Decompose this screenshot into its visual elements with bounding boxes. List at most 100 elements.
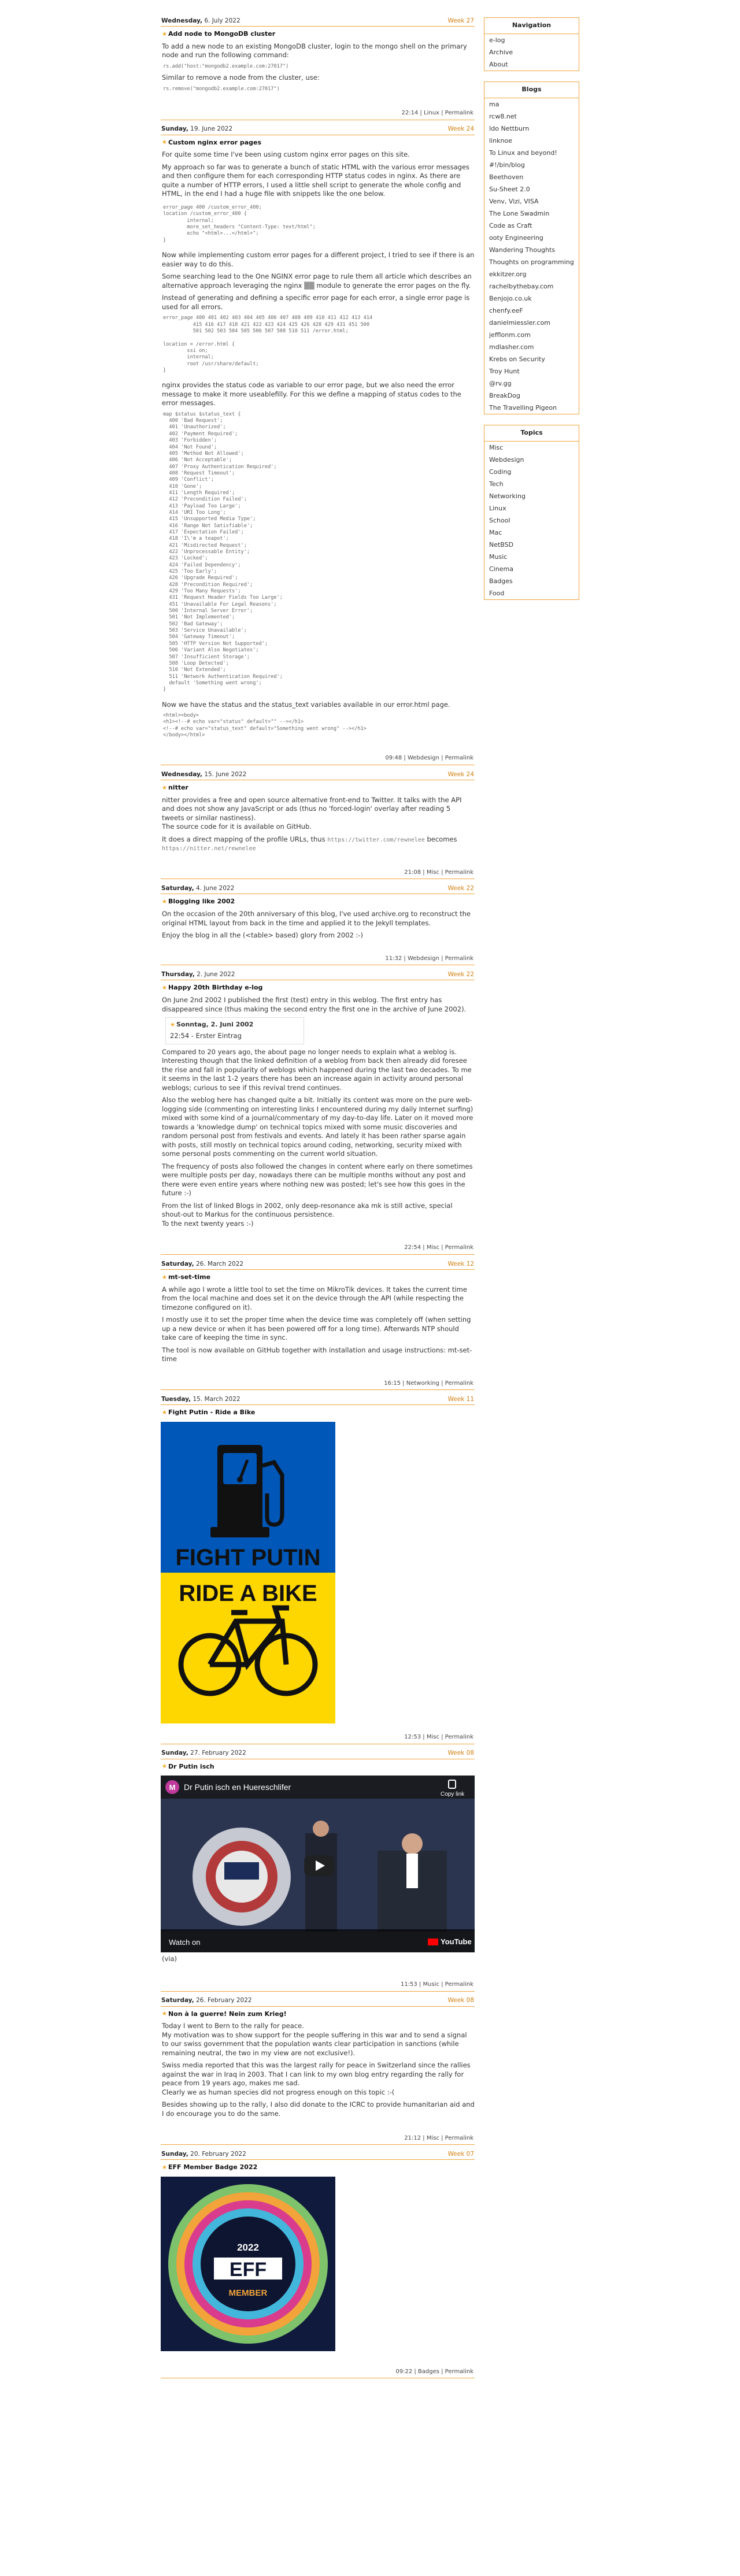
topic-link[interactable]: NetBSD xyxy=(484,539,579,551)
topic-link[interactable]: Cinema xyxy=(484,563,579,575)
watch-on-label[interactable]: Watch on xyxy=(169,1937,200,1948)
topic-link[interactable]: Music xyxy=(484,551,579,563)
post-footer[interactable]: 21:12 | Misc | Permalink xyxy=(161,2133,475,2145)
star-icon: ★ xyxy=(170,1022,175,1029)
post-footer[interactable]: 21:08 | Misc | Permalink xyxy=(161,867,475,880)
star-icon: ★ xyxy=(162,2011,167,2018)
topic-link[interactable]: Tech xyxy=(484,478,579,490)
post-date-header: Thursday, 2. June 2022 Week 22 xyxy=(161,971,475,981)
post: Sunday, 19. June 2022 Week 24 ★ Custom ngi… xyxy=(161,125,475,765)
topic-link[interactable]: Food xyxy=(484,587,579,599)
blog-link[interactable]: rachelbythebay.com xyxy=(484,280,579,292)
poster-line1: FIGHT PUTIN xyxy=(175,1545,320,1570)
post-footer[interactable]: 22:54 | Misc | Permalink xyxy=(161,1242,475,1255)
permalink[interactable]: 22:54 | Misc | Permalink xyxy=(404,1244,473,1251)
blog-link[interactable]: @rv.gg xyxy=(484,377,579,390)
blog-link[interactable]: Venv, Vizi, VISA xyxy=(484,195,579,207)
post-title[interactable]: ★ Blogging like 2002 xyxy=(162,898,475,906)
quote-body: 22:54 - Erster Eintrag xyxy=(170,1032,242,1040)
blog-link[interactable]: Su-Sheet 2.0 xyxy=(484,183,579,195)
blog-link[interactable]: #!/bin/blog xyxy=(484,159,579,171)
video-title[interactable]: Dr Putin isch en Huereschlifer xyxy=(184,1782,291,1793)
blog-link[interactable]: jefflonm.com xyxy=(484,329,579,341)
blog-link[interactable]: ooty Engineering xyxy=(484,232,579,244)
channel-avatar[interactable]: M xyxy=(169,1782,176,1793)
post-title[interactable]: ★ Non à la guerre! Nein zum Krieg! xyxy=(162,2010,475,2019)
post-footer[interactable]: 22:14 | Linux | Permalink xyxy=(161,108,475,120)
blog-link[interactable]: BreakDog xyxy=(484,390,579,402)
permalink[interactable]: 09:22 | Badges | Permalink xyxy=(395,2369,473,2375)
blog-link[interactable]: The Travelling Pigeon xyxy=(484,402,579,414)
permalink[interactable]: 11:32 | Webdesign | Permalink xyxy=(385,955,473,962)
blog-link[interactable]: rcw8.net xyxy=(484,110,579,123)
post: Thursday, 2. June 2022 Week 22 ★ Happy 20t… xyxy=(161,971,475,1255)
blog-link[interactable]: chenfy.eeF xyxy=(484,305,579,317)
post-paragraph: On the occasion of the 20th anniversary … xyxy=(162,910,471,927)
blog-link[interactable]: mdlasher.com xyxy=(484,341,579,353)
blog-link[interactable]: Krebs on Security xyxy=(484,353,579,365)
code-block: rs.add("host:"mongodb2.example.com:27017… xyxy=(163,63,289,69)
post-title[interactable]: ★ Add node to MongoDB cluster xyxy=(162,30,475,39)
post-title[interactable]: ★ Fight Putin - Ride a Bike xyxy=(162,1409,475,1417)
topic-link[interactable]: Coding xyxy=(484,466,579,478)
post-paragraph: For quite some time I've been using cust… xyxy=(162,150,410,159)
post-footer[interactable]: 09:48 | Webdesign | Permalink xyxy=(161,753,475,765)
code-block: error_page 400 /custom_error_400; locati… xyxy=(163,205,316,243)
post: Saturday, 26. February 2022 Week 08 ★ Non … xyxy=(161,1997,475,2145)
quote-title: ★ Sonntag, 2. Juni 2002 xyxy=(170,1021,254,1029)
post-footer[interactable]: 16:15 | Networking | Permalink xyxy=(161,1378,475,1391)
play-button[interactable] xyxy=(304,1855,334,1876)
post-paragraph: On June 2nd 2002 I published the first (… xyxy=(162,996,467,1013)
permalink[interactable]: 09:48 | Webdesign | Permalink xyxy=(385,755,473,761)
post-title[interactable]: ★ EFF Member Badge 2022 xyxy=(162,2163,475,2172)
copy-link-label[interactable]: Copy link xyxy=(441,1791,464,1799)
permalink[interactable]: 22:14 | Linux | Permalink xyxy=(401,110,473,116)
permalink[interactable]: 11:53 | Music | Permalink xyxy=(401,1981,473,1988)
blog-link[interactable]: Ido Nettburn xyxy=(484,123,579,135)
post-title[interactable]: ★ nitter xyxy=(162,784,475,792)
post-title[interactable]: ★ Custom nginx error pages xyxy=(162,139,475,147)
blog-link[interactable]: Beethoven xyxy=(484,171,579,183)
post-paragraph: To add a new node to an existing MongoDB… xyxy=(162,42,467,60)
date-day: Wednesday, xyxy=(161,17,202,24)
nav-item[interactable]: Archive xyxy=(484,46,579,58)
topic-link[interactable]: Mac xyxy=(484,527,579,539)
permalink[interactable]: 21:08 | Misc | Permalink xyxy=(404,869,473,876)
post-paragraph: The tool is now available on GitHub toge… xyxy=(162,1346,472,1363)
topic-link[interactable]: Linux xyxy=(484,502,579,514)
topic-link[interactable]: Misc xyxy=(484,442,579,454)
post-title[interactable]: ★ mt-set-time xyxy=(162,1273,475,1282)
blog-link[interactable]: The Lone Swadmin xyxy=(484,207,579,220)
permalink[interactable]: 21:12 | Misc | Permalink xyxy=(404,2135,473,2141)
post-title[interactable]: ★ Happy 20th Birthday e-log xyxy=(162,984,475,992)
permalink[interactable]: 12:53 | Misc | Permalink xyxy=(404,1734,473,1740)
blog-link[interactable]: ekkitzer.org xyxy=(484,268,579,280)
post-footer[interactable]: 11:53 | Music | Permalink xyxy=(161,1979,475,1992)
blog-link[interactable]: Code as Craft xyxy=(484,220,579,232)
post-footer[interactable]: 11:32 | Webdesign | Permalink xyxy=(161,953,475,966)
blog-link[interactable]: danielmiessler.com xyxy=(484,317,579,329)
video-caption[interactable]: (via) xyxy=(162,1955,475,1964)
topic-link[interactable]: Networking xyxy=(484,490,579,502)
post-footer[interactable]: 09:22 | Badges | Permalink xyxy=(161,2366,475,2379)
blog-link[interactable]: Thoughts on programming xyxy=(484,256,579,268)
post: Wednesday, 15. June 2022 Week 24 ★ nitter … xyxy=(161,771,475,880)
post-title[interactable]: ★ Dr Putin isch xyxy=(162,1763,475,1771)
topic-link[interactable]: Webdesign xyxy=(484,454,579,466)
copy-link-icon[interactable] xyxy=(444,1779,461,1792)
blog-link[interactable]: Troy Hunt xyxy=(484,365,579,377)
nav-item[interactable]: e-log xyxy=(484,34,579,46)
post-date-header: Saturday, 4. June 2022 Week 22 xyxy=(161,885,475,895)
permalink[interactable]: 16:15 | Networking | Permalink xyxy=(384,1380,473,1387)
youtube-logo[interactable]: YouTube xyxy=(441,1937,472,1947)
blog-link[interactable]: ma xyxy=(484,98,579,110)
blog-link[interactable]: To Linux and beyond! xyxy=(484,147,579,159)
nav-item[interactable]: About xyxy=(484,58,579,71)
post-footer[interactable]: 12:53 | Misc | Permalink xyxy=(161,1732,475,1744)
topic-link[interactable]: Badges xyxy=(484,575,579,587)
topic-link[interactable]: School xyxy=(484,514,579,527)
blog-link[interactable]: linknoe xyxy=(484,135,579,147)
blog-link[interactable]: Benjojo.co.uk xyxy=(484,292,579,305)
blog-link[interactable]: Wandering Thoughts xyxy=(484,244,579,256)
youtube-embed[interactable]: M Dr Putin isch en Huereschlifer Copy li… xyxy=(161,1776,475,1953)
